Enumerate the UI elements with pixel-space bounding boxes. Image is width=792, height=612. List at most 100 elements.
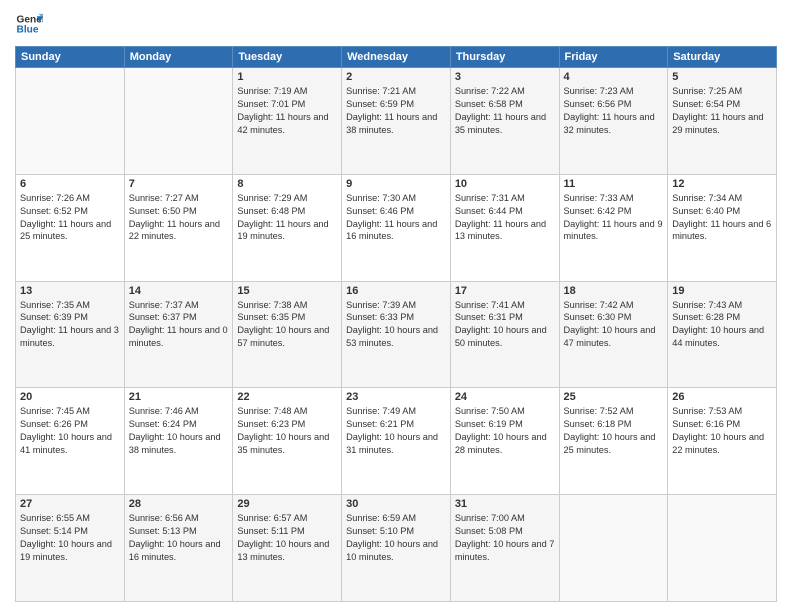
calendar-day-header: Tuesday: [233, 47, 342, 68]
calendar-cell: 21 Sunrise: 7:46 AM Sunset: 6:24 PM Dayli…: [124, 388, 233, 495]
calendar-cell: 3 Sunrise: 7:22 AM Sunset: 6:58 PM Daylig…: [450, 68, 559, 175]
calendar-cell: 8Sunrise: 7:29 AM Sunset: 6:48 PM Daylig…: [233, 174, 342, 281]
day-number: 23: [346, 391, 446, 403]
calendar-cell: 7 Sunrise: 7:27 AM Sunset: 6:50 PM Daylig…: [124, 174, 233, 281]
calendar-cell: [124, 68, 233, 175]
day-number: 26: [672, 391, 772, 403]
calendar-cell: 19Sunrise: 7:43 AM Sunset: 6:28 PM Dayli…: [668, 281, 777, 388]
calendar-day-header: Sunday: [16, 47, 125, 68]
calendar-cell: 4 Sunrise: 7:23 AM Sunset: 6:56 PM Daylig…: [559, 68, 668, 175]
calendar-week-row: 27Sunrise: 6:55 AM Sunset: 5:14 PM Dayli…: [16, 495, 777, 602]
calendar-cell: 1 Sunrise: 7:19 AM Sunset: 7:01 PM Daylig…: [233, 68, 342, 175]
calendar-week-row: 20 Sunrise: 7:45 AM Sunset: 6:26 PM Dayli…: [16, 388, 777, 495]
day-info: Sunrise: 7:21 AM Sunset: 6:59 PM Dayligh…: [346, 85, 446, 137]
day-number: 6: [20, 178, 120, 190]
day-info: Sunrise: 7:34 AM Sunset: 6:40 PM Dayligh…: [672, 192, 772, 244]
calendar-table: SundayMondayTuesdayWednesdayThursdayFrid…: [15, 46, 777, 602]
day-number: 21: [129, 391, 229, 403]
calendar-week-row: 1 Sunrise: 7:19 AM Sunset: 7:01 PM Daylig…: [16, 68, 777, 175]
calendar-cell: 12 Sunrise: 7:34 AM Sunset: 6:40 PM Dayli…: [668, 174, 777, 281]
day-number: 9: [346, 178, 446, 190]
day-number: 20: [20, 391, 120, 403]
calendar-cell: 23 Sunrise: 7:49 AM Sunset: 6:21 PM Dayli…: [342, 388, 451, 495]
calendar-cell: 10Sunrise: 7:31 AM Sunset: 6:44 PM Dayli…: [450, 174, 559, 281]
svg-text:Blue: Blue: [17, 25, 39, 36]
day-number: 11: [564, 178, 664, 190]
day-info: Sunrise: 7:49 AM Sunset: 6:21 PM Dayligh…: [346, 405, 446, 457]
day-info: Sunrise: 7:53 AM Sunset: 6:16 PM Dayligh…: [672, 405, 772, 457]
calendar-week-row: 13 Sunrise: 7:35 AM Sunset: 6:39 PM Dayli…: [16, 281, 777, 388]
logo-icon: General Blue: [15, 10, 43, 38]
calendar-cell: 13 Sunrise: 7:35 AM Sunset: 6:39 PM Dayli…: [16, 281, 125, 388]
day-info: Sunrise: 7:41 AM Sunset: 6:31 PM Dayligh…: [455, 299, 555, 351]
day-number: 30: [346, 498, 446, 510]
calendar-cell: 15 Sunrise: 7:38 AM Sunset: 6:35 PM Dayli…: [233, 281, 342, 388]
calendar-cell: [668, 495, 777, 602]
day-info: Sunrise: 7:46 AM Sunset: 6:24 PM Dayligh…: [129, 405, 229, 457]
day-info: Sunrise: 7:48 AM Sunset: 6:23 PM Dayligh…: [237, 405, 337, 457]
day-info: Sunrise: 7:42 AM Sunset: 6:30 PM Dayligh…: [564, 299, 664, 351]
day-number: 10: [455, 178, 555, 190]
day-number: 2: [346, 71, 446, 83]
day-number: 7: [129, 178, 229, 190]
day-info: Sunrise: 7:45 AM Sunset: 6:26 PM Dayligh…: [20, 405, 120, 457]
calendar-cell: 16 Sunrise: 7:39 AM Sunset: 6:33 PM Dayli…: [342, 281, 451, 388]
day-info: Sunrise: 7:00 AM Sunset: 5:08 PM Dayligh…: [455, 512, 555, 564]
day-info: Sunrise: 7:29 AM Sunset: 6:48 PM Dayligh…: [237, 192, 337, 244]
calendar-cell: 24Sunrise: 7:50 AM Sunset: 6:19 PM Dayli…: [450, 388, 559, 495]
day-info: Sunrise: 7:30 AM Sunset: 6:46 PM Dayligh…: [346, 192, 446, 244]
day-info: Sunrise: 7:52 AM Sunset: 6:18 PM Dayligh…: [564, 405, 664, 457]
day-info: Sunrise: 7:39 AM Sunset: 6:33 PM Dayligh…: [346, 299, 446, 351]
calendar-cell: 11Sunrise: 7:33 AM Sunset: 6:42 PM Dayli…: [559, 174, 668, 281]
day-number: 12: [672, 178, 772, 190]
day-number: 16: [346, 285, 446, 297]
calendar-day-header: Thursday: [450, 47, 559, 68]
day-number: 13: [20, 285, 120, 297]
day-number: 5: [672, 71, 772, 83]
day-number: 18: [564, 285, 664, 297]
calendar-cell: 28 Sunrise: 6:56 AM Sunset: 5:13 PM Dayli…: [124, 495, 233, 602]
logo: General Blue: [15, 10, 43, 38]
day-number: 1: [237, 71, 337, 83]
day-info: Sunrise: 7:26 AM Sunset: 6:52 PM Dayligh…: [20, 192, 120, 244]
day-info: Sunrise: 7:22 AM Sunset: 6:58 PM Dayligh…: [455, 85, 555, 137]
calendar-cell: 2 Sunrise: 7:21 AM Sunset: 6:59 PM Daylig…: [342, 68, 451, 175]
day-info: Sunrise: 7:25 AM Sunset: 6:54 PM Dayligh…: [672, 85, 772, 137]
header: General Blue: [15, 10, 777, 38]
day-info: Sunrise: 6:57 AM Sunset: 5:11 PM Dayligh…: [237, 512, 337, 564]
day-number: 15: [237, 285, 337, 297]
day-info: Sunrise: 7:27 AM Sunset: 6:50 PM Dayligh…: [129, 192, 229, 244]
day-info: Sunrise: 7:38 AM Sunset: 6:35 PM Dayligh…: [237, 299, 337, 351]
calendar-day-header: Friday: [559, 47, 668, 68]
calendar-week-row: 6 Sunrise: 7:26 AM Sunset: 6:52 PM Daylig…: [16, 174, 777, 281]
day-number: 25: [564, 391, 664, 403]
calendar-cell: 30 Sunrise: 6:59 AM Sunset: 5:10 PM Dayli…: [342, 495, 451, 602]
calendar-cell: 31Sunrise: 7:00 AM Sunset: 5:08 PM Dayli…: [450, 495, 559, 602]
calendar-cell: 22 Sunrise: 7:48 AM Sunset: 6:23 PM Dayli…: [233, 388, 342, 495]
day-number: 4: [564, 71, 664, 83]
calendar-cell: 18 Sunrise: 7:42 AM Sunset: 6:30 PM Dayli…: [559, 281, 668, 388]
day-number: 29: [237, 498, 337, 510]
calendar-cell: 26 Sunrise: 7:53 AM Sunset: 6:16 PM Dayli…: [668, 388, 777, 495]
calendar-cell: 6 Sunrise: 7:26 AM Sunset: 6:52 PM Daylig…: [16, 174, 125, 281]
calendar-header-row: SundayMondayTuesdayWednesdayThursdayFrid…: [16, 47, 777, 68]
calendar-cell: 29 Sunrise: 6:57 AM Sunset: 5:11 PM Dayli…: [233, 495, 342, 602]
calendar-cell: [16, 68, 125, 175]
day-info: Sunrise: 7:19 AM Sunset: 7:01 PM Dayligh…: [237, 85, 337, 137]
day-info: Sunrise: 6:59 AM Sunset: 5:10 PM Dayligh…: [346, 512, 446, 564]
calendar-cell: 17 Sunrise: 7:41 AM Sunset: 6:31 PM Dayli…: [450, 281, 559, 388]
calendar-cell: 14Sunrise: 7:37 AM Sunset: 6:37 PM Dayli…: [124, 281, 233, 388]
calendar-day-header: Wednesday: [342, 47, 451, 68]
day-number: 28: [129, 498, 229, 510]
day-number: 22: [237, 391, 337, 403]
day-info: Sunrise: 7:23 AM Sunset: 6:56 PM Dayligh…: [564, 85, 664, 137]
day-info: Sunrise: 6:56 AM Sunset: 5:13 PM Dayligh…: [129, 512, 229, 564]
day-info: Sunrise: 7:37 AM Sunset: 6:37 PM Dayligh…: [129, 299, 229, 351]
day-number: 17: [455, 285, 555, 297]
day-number: 3: [455, 71, 555, 83]
day-info: Sunrise: 7:35 AM Sunset: 6:39 PM Dayligh…: [20, 299, 120, 351]
calendar-cell: 25 Sunrise: 7:52 AM Sunset: 6:18 PM Dayli…: [559, 388, 668, 495]
day-number: 24: [455, 391, 555, 403]
calendar-cell: 27Sunrise: 6:55 AM Sunset: 5:14 PM Dayli…: [16, 495, 125, 602]
day-info: Sunrise: 6:55 AM Sunset: 5:14 PM Dayligh…: [20, 512, 120, 564]
